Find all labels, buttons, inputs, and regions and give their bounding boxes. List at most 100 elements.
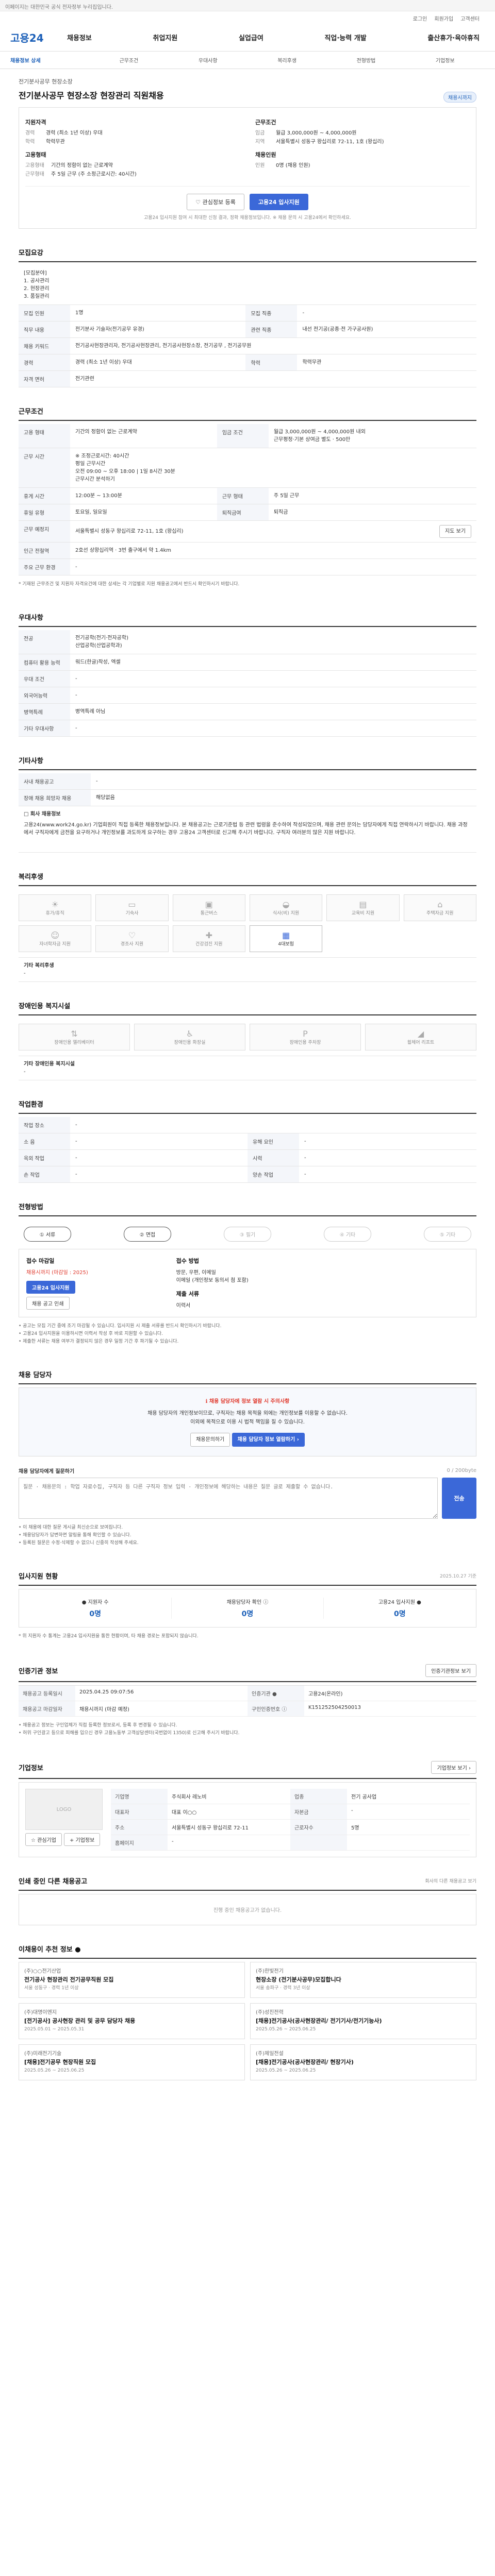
view-manager-button[interactable]: 채용 담당자 정보 열람하기 ›: [232, 1433, 305, 1447]
follow-company-button[interactable]: + 기업정보: [63, 1833, 101, 1846]
info-button[interactable]: 인증기관정보 보기: [425, 1664, 476, 1677]
row-value: 전기분사 기술자(전기공무 유경): [70, 321, 246, 338]
child-icon: ☺: [51, 930, 59, 940]
inquiry-button[interactable]: 채용문의하기: [190, 1433, 230, 1447]
welfare-item: ▭ 기숙사: [95, 894, 169, 921]
table-row: 손 작업 - 양손 작업 -: [19, 1166, 476, 1183]
apply-box: 접수 마감일 채용시까지 (마감일 : 2025) 고용24 입사지원 채용 공…: [19, 1249, 476, 1317]
duty-intro-line: [모집분야]: [24, 270, 47, 276]
gnb-item-unemployment-benefit[interactable]: 실업급여: [239, 32, 263, 42]
toilet-icon: ♿: [186, 1029, 194, 1039]
rec-company: (주)제일전설: [256, 2051, 284, 2057]
gnb-item-employment-support[interactable]: 취업지원: [153, 32, 177, 42]
gov-notice-bar: 이페이지는 대한민국 공식 전자정부 누리집입니다.: [0, 0, 495, 11]
corp-key: 대표자: [111, 1804, 168, 1820]
gnb-item-parental-leave[interactable]: 출산휴가·육아휴직: [427, 32, 480, 42]
gnb-item-vocational-training[interactable]: 직업·능력 개발: [324, 32, 366, 42]
detail-heading: □ 회사 채용정보: [24, 811, 61, 817]
rec-title: 현장소장 (전기분사공무)모집합니다: [256, 1976, 341, 1983]
tab-detail[interactable]: 채용정보 상세: [10, 56, 89, 64]
welfare-item: ◒ 식사(비) 지원: [249, 894, 323, 921]
company-name[interactable]: 전기분사공무 현장소장: [19, 77, 476, 86]
table-row: 직무 내용 전기분사 기술자(전기공무 유경) 관련 직종 내선 전기공(공종·전 가…: [19, 321, 476, 338]
recommend-section: 이채용이 추천 정보 ● (주)○○전기산업 전기공사 현장관리 전기공무직원 모…: [19, 1925, 476, 2080]
row-value: 경력 (최소 1년 이상) 우대: [70, 354, 246, 371]
info-grid: 채용공고 등록일시 2025.04.25 09:07:56 인증기관 ● 고용24(…: [19, 1685, 476, 1717]
tab-conditions[interactable]: 근무조건: [89, 56, 168, 64]
row-value: 토요일, 일요일: [70, 504, 217, 521]
row-key: 외국어능력: [19, 687, 70, 704]
apply-method-label: 접수 방법: [176, 1258, 199, 1264]
welfare-etc-label: 기타 복리후생: [24, 963, 54, 969]
stat-label: ● 지원자 수: [81, 1600, 109, 1605]
other-more-link[interactable]: 회사의 다른 채용공고 보기: [425, 1877, 476, 1884]
info-notes: • 채용공고 정보는 구인업체가 직접 등록한 정보로서, 등록 후 변경될 수…: [19, 1717, 476, 1742]
manager-notice: ℹ 채용 담당자에 정보 열람 시 주의사항 채용 담당자의 개인정보이므로, …: [19, 1387, 476, 1456]
cs-link[interactable]: 고객센터: [460, 14, 480, 22]
prefer-table: 전공 전기공학(전기·전자공학) 산업공학(산업공학과) 컴퓨터 활용 능력 워드(…: [19, 630, 476, 737]
row-value: 해당없음: [91, 789, 476, 806]
recommend-card[interactable]: (주)제일전설 [채용]전기공사(공사현장관리/ 현장기사) 2025.05.26 …: [250, 2044, 476, 2080]
gnb-menu: 채용정보 취업지원 실업급여 직업·능력 개발 출산휴가·육아휴직: [67, 32, 485, 42]
status-stats: ● 지원자 수 0명 채용담당자 확인 ⓘ 0명 고용24 입사지원 ● 0명: [19, 1589, 476, 1628]
status-updated: 2025.10.27 기준: [440, 1574, 476, 1579]
qa-submit-button[interactable]: 전송: [442, 1478, 476, 1519]
info-key: 채용공고 마감일자: [19, 1701, 75, 1717]
qa-box: 채용 담당자에게 질문하기 0 / 200byte 전송 • 이 채용에 대한 …: [19, 1467, 476, 1552]
rec-title: 전기공사 현장관리 전기공무직원 모집: [24, 1976, 114, 1983]
rec-company: (주)성진전력: [256, 2010, 284, 2015]
rec-meta: 2025.05.01 ~ 2025.05.31: [24, 2027, 85, 2032]
other-section: 인쇄 중인 다른 채용공고 회사의 다른 채용공고 보기 진행 중인 채용공고가 …: [19, 1857, 476, 1925]
page-title: 전기분사공무 현장소장 현장관리 직원채용: [19, 91, 164, 100]
corp-key: 주소: [111, 1820, 168, 1835]
login-link[interactable]: 로그인: [413, 14, 427, 22]
insurance-icon: ▦: [282, 930, 290, 940]
summary-value: 기간의 정함이 없는 근로계약: [51, 163, 113, 168]
recommend-card[interactable]: (주)미래전기기술 [채용]전기공무 현장직원 모집 2025.05.26 ~ 20…: [19, 2044, 245, 2080]
section-title: 우대사항: [19, 612, 476, 627]
row-key: 작업 장소: [19, 1117, 70, 1133]
facility-item: ◢ 휠체어 리프트: [365, 1024, 476, 1050]
join-link[interactable]: 회원가입: [434, 14, 453, 22]
recommend-card[interactable]: (주)한빛전기 현장소장 (전기분사공무)모집합니다 서울 송파구 · 경력 3년 …: [250, 1962, 476, 1998]
table-row: 장애 채용 희망자 채용 해당없음: [19, 789, 476, 806]
favorite-company-button[interactable]: ☆ 관심기업: [25, 1833, 62, 1846]
row-value: -: [70, 720, 476, 737]
scrap-button[interactable]: ♡ 관심정보 등록: [187, 194, 244, 210]
qa-input[interactable]: [19, 1478, 438, 1519]
tab-process[interactable]: 전형방법: [326, 56, 405, 64]
site-logo[interactable]: 고용24: [10, 30, 67, 45]
table-row: 우대 조건 -: [19, 670, 476, 687]
rec-meta: 2025.05.26 ~ 2025.06.25: [24, 2068, 85, 2073]
recommend-card[interactable]: (주)○○전기산업 전기공사 현장관리 전기공무직원 모집 서울 성동구 · 경력 …: [19, 1962, 245, 1998]
qa-note: • 채용담당자가 답변하면 알림을 통해 확인할 수 있습니다.: [19, 1533, 131, 1538]
sun-icon: ☀: [51, 900, 59, 909]
print-button[interactable]: 채용 공고 인쇄: [26, 1297, 70, 1310]
apply-docs-value: 이력서: [176, 1303, 191, 1309]
summary-value: 월급 3,000,000원 ~ 4,000,000원: [276, 130, 357, 136]
row-value: 퇴직금: [268, 504, 476, 521]
apply-button[interactable]: 고용24 입사지원: [249, 194, 308, 210]
etc-table: 사내 채용공고 - 장애 채용 희망자 채용 해당없음: [19, 773, 476, 806]
qa-title: 채용 담당자에게 질문하기: [19, 1469, 75, 1475]
duty-intro-line: 2. 현장관리: [24, 286, 50, 292]
corp-info-button[interactable]: 기업정보 보기 ›: [431, 1761, 476, 1774]
qa-note: • 이 채용에 대한 질문 게시글 최신순으로 보여집니다.: [19, 1525, 123, 1530]
row-value: 서울특별시 성동구 왕십리로 72-11, 1호 (왕십리) 지도 보기: [70, 520, 476, 543]
apply-method: 접수 방법 방문, 우편, 이메일 이메일 (개인정보 동의서 첨 포함) 제출…: [176, 1257, 319, 1310]
row-key: 우대 조건: [19, 670, 70, 687]
tab-company[interactable]: 기업정보: [406, 56, 485, 64]
facility-item: P 장애인용 주차장: [250, 1024, 361, 1050]
recommend-card[interactable]: (주)성진전력 [채용]전기공사(공사현장관리/ 전기기사/전기기능사) 2025.…: [250, 2003, 476, 2039]
stat-label: 채용담당자 확인 ⓘ: [226, 1600, 269, 1605]
tab-preferences[interactable]: 우대사항: [169, 56, 248, 64]
apply-button-2[interactable]: 고용24 입사지원: [26, 1281, 75, 1294]
gnb-item-jobs[interactable]: 채용정보: [67, 32, 92, 42]
recommend-card[interactable]: (주)대명이엔지 [전기공사] 공사현장 관리 및 공무 담당자 채용 2025.0…: [19, 2003, 245, 2039]
info-key: 구인인증번호 ⓘ: [248, 1701, 304, 1717]
section-title: 복리후생: [19, 871, 476, 886]
map-button[interactable]: 지도 보기: [439, 525, 471, 538]
process-step: ④ 기타: [324, 1227, 371, 1242]
rec-meta: 2025.05.26 ~ 2025.06.25: [256, 2027, 316, 2032]
tab-welfare[interactable]: 복리후생: [248, 56, 326, 64]
